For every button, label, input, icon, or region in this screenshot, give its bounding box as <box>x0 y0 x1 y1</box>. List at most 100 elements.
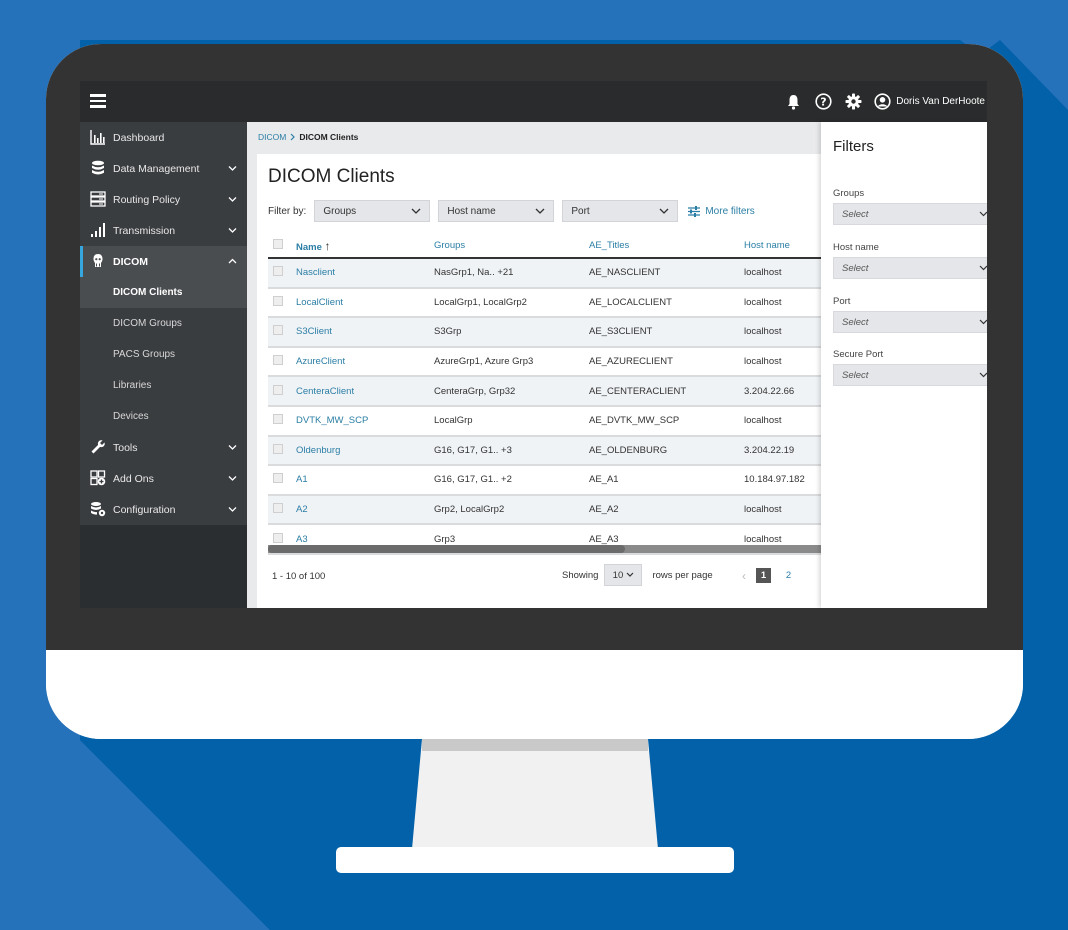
client-name-link[interactable]: A3 <box>296 534 308 545</box>
table-row[interactable]: A2 Grp2, LocalGrp2 AE_A2 localhost <box>268 494 831 526</box>
sidebar-item-add-ons[interactable]: Add Ons <box>80 463 247 494</box>
row-checkbox[interactable] <box>273 295 283 306</box>
sidebar-subitem-pacs-groups[interactable]: PACS Groups <box>80 339 247 370</box>
row-checkbox[interactable] <box>273 355 283 366</box>
column-header-name[interactable]: Name ↑ <box>296 234 434 259</box>
cell-ae-title: AE_A1 <box>589 465 744 496</box>
sidebar-item-configuration[interactable]: Configuration <box>80 494 247 525</box>
groups-filter-select[interactable]: Groups <box>314 200 431 222</box>
help-icon[interactable]: ? <box>814 93 832 111</box>
breadcrumb-link-dicom[interactable]: DICOM <box>258 132 286 142</box>
row-checkbox[interactable] <box>273 266 283 277</box>
chevron-down-icon <box>979 265 987 271</box>
port-filter-select[interactable]: Port <box>562 200 679 222</box>
sidebar-item-dashboard[interactable]: Dashboard <box>80 122 247 153</box>
clients-table: Name ↑ Groups AE_Titles Host name Nascli… <box>268 234 831 555</box>
filters-panel: Filters Groups Select Host name Select P… <box>821 122 987 608</box>
table-row[interactable]: Oldenburg G16, G17, G1.. +3 AE_OLDENBURG 3.… <box>268 435 831 467</box>
client-name-link[interactable]: Nasclient <box>296 267 335 278</box>
table-row[interactable]: DVTK_MW_SCP LocalGrp AE_DVTK_MW_SCP localho… <box>268 405 831 437</box>
table-row[interactable]: Nasclient NasGrp1, Na.. +21 AE_NASCLIENT lo… <box>268 258 831 289</box>
row-checkbox[interactable] <box>273 325 283 336</box>
chevron-down-icon <box>979 372 987 378</box>
host-name-select[interactable]: Select <box>833 257 987 279</box>
page-1-button[interactable]: 1 <box>756 568 771 583</box>
table-row[interactable]: AzureClient AzureGrp1, Azure Grp3 AE_AZURE… <box>268 346 831 378</box>
row-checkbox[interactable] <box>273 384 283 395</box>
user-menu[interactable]: Doris Van DerHoote <box>874 93 985 110</box>
bell-icon[interactable] <box>784 93 802 111</box>
column-header-host-name[interactable]: Host name <box>744 234 831 259</box>
page-2-button[interactable]: 2 <box>781 568 796 583</box>
filter-field-groups: Groups Select <box>833 188 987 225</box>
client-name-link[interactable]: DVTK_MW_SCP <box>296 415 368 426</box>
table-row[interactable]: LocalClient LocalGrp1, LocalGrp2 AE_LOCALC… <box>268 287 831 319</box>
chevron-right-icon <box>290 133 296 141</box>
client-name-link[interactable]: AzureClient <box>296 356 345 367</box>
monitor-chin <box>46 650 1023 739</box>
sidebar-item-transmission[interactable]: Transmission <box>80 215 247 246</box>
monitor-stand-shadow <box>422 739 648 751</box>
gear-icon[interactable] <box>844 93 862 111</box>
column-header-groups[interactable]: Groups <box>434 234 589 259</box>
scrollbar-thumb[interactable] <box>268 545 625 553</box>
menu-icon[interactable] <box>90 94 106 108</box>
column-header-ae-titles[interactable]: AE_Titles <box>589 234 744 259</box>
cell-groups: CenteraGrp, Grp32 <box>434 376 589 407</box>
pagination-range: 1 - 10 of 100 <box>272 571 326 582</box>
row-checkbox[interactable] <box>273 473 283 484</box>
filter-field-secure-port: Secure Port Select <box>833 349 987 386</box>
row-checkbox[interactable] <box>273 443 283 454</box>
clients-card: DICOM Clients Filter by: Groups Host nam… <box>257 154 831 608</box>
main-content: DICOM DICOM Clients DICOM Clients Filter… <box>247 122 831 608</box>
signal-icon <box>91 223 105 237</box>
table-row[interactable]: CenteraClient CenteraGrp, Grp32 AE_CENTERA… <box>268 376 831 407</box>
dicom-icon <box>93 254 103 267</box>
sidebar-subitem-dicom-groups[interactable]: DICOM Groups <box>80 308 247 339</box>
sidebar-item-routing-policy[interactable]: Routing Policy <box>80 184 247 215</box>
host-name-filter-select[interactable]: Host name <box>438 200 555 222</box>
row-checkbox[interactable] <box>273 532 283 543</box>
secure-port-select[interactable]: Select <box>833 364 987 386</box>
port-filter-value: Port <box>571 205 590 217</box>
filters-panel-title: Filters <box>833 138 874 155</box>
cell-ae-title: AE_LOCALCLIENT <box>589 287 744 319</box>
sidebar-item-tools[interactable]: Tools <box>80 432 247 463</box>
client-name-link[interactable]: A1 <box>296 474 308 485</box>
client-name-link[interactable]: CenteraClient <box>296 386 354 397</box>
row-checkbox[interactable] <box>273 503 283 514</box>
sidebar: Dashboard Data Management Routing Policy… <box>80 122 247 608</box>
row-checkbox[interactable] <box>273 414 283 425</box>
sidebar-subitem-dicom-clients[interactable]: DICOM Clients <box>80 277 247 308</box>
chevron-down-icon <box>228 445 237 450</box>
user-name: Doris Van DerHoote <box>896 96 985 107</box>
sidebar-subitem-libraries[interactable]: Libraries <box>80 370 247 401</box>
table-row[interactable]: A1 G16, G17, G1.. +2 AE_A1 10.184.97.182 <box>268 465 831 496</box>
sidebar-item-dicom[interactable]: DICOM <box>80 246 247 277</box>
client-name-link[interactable]: A2 <box>296 504 308 515</box>
chevron-down-icon <box>535 208 545 214</box>
sidebar-subitem-devices[interactable]: Devices <box>80 401 247 432</box>
groups-select[interactable]: Select <box>833 203 987 225</box>
client-name-link[interactable]: LocalClient <box>296 297 343 308</box>
filter-by-label: Filter by: <box>268 205 307 217</box>
user-icon <box>874 93 891 110</box>
port-select[interactable]: Select <box>833 311 987 333</box>
wrench-icon <box>91 440 105 454</box>
rows-per-page-select[interactable]: 10 <box>604 564 643 586</box>
more-filters-button[interactable]: More filters <box>688 205 755 217</box>
filter-bar: Filter by: Groups Host name Port More fi… <box>268 200 755 222</box>
chevron-down-icon <box>228 197 237 202</box>
client-name-link[interactable]: S3Client <box>296 326 332 337</box>
select-all-checkbox[interactable] <box>273 239 283 249</box>
app-screen: ? Doris Van DerHoote Dashboard Data Mana… <box>80 81 987 608</box>
horizontal-scrollbar[interactable] <box>268 545 831 553</box>
client-name-link[interactable]: Oldenburg <box>296 445 340 456</box>
sidebar-item-data-management[interactable]: Data Management <box>80 153 247 184</box>
monitor-base <box>336 847 734 873</box>
sidebar-item-label: DICOM <box>113 255 148 268</box>
sliders-icon <box>688 205 701 217</box>
table-row[interactable]: S3Client S3Grp AE_S3CLIENT localhost <box>268 317 831 348</box>
database-icon <box>92 160 104 175</box>
previous-page-icon[interactable]: ‹ <box>742 569 746 583</box>
